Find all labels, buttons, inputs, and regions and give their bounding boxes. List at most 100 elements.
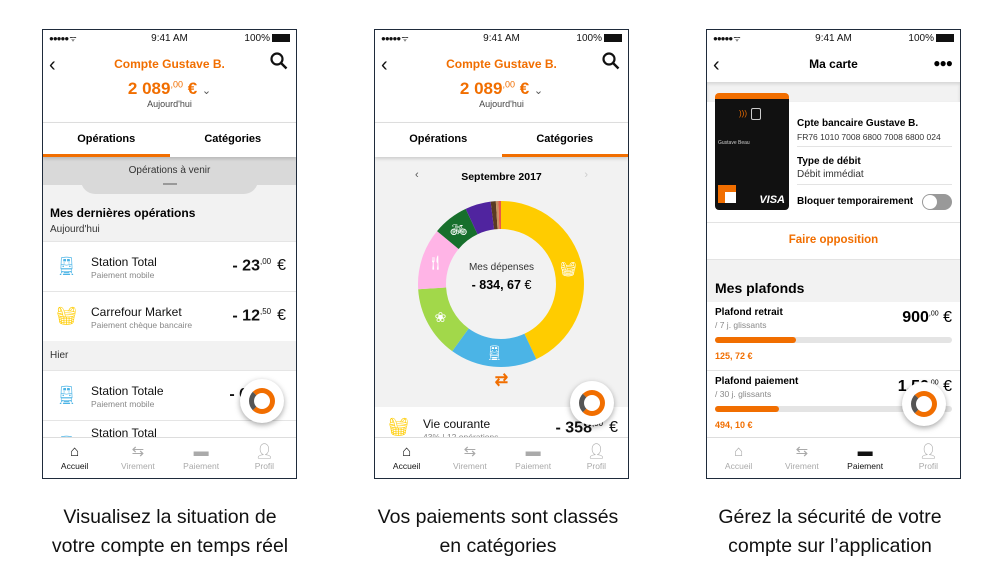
block-card-label: Bloquer temporairement: [797, 196, 914, 207]
basket-icon: 🧺︎: [387, 417, 410, 437]
nav-accueil[interactable]: ⌂ Accueil: [43, 438, 106, 478]
nav-paiement[interactable]: ▬ Paiement: [834, 438, 897, 478]
battery: 100%: [244, 33, 290, 44]
caption-1: Visualisez la situation de votre compte e…: [51, 506, 289, 557]
operation-name: Station Totale: [91, 384, 164, 398]
nav-profil[interactable]: 👤︎ Profil: [565, 438, 628, 478]
nav-paiement[interactable]: ▬ Paiement: [502, 438, 565, 478]
status-bar: ●●●●● ᯤ 9:41 AM 100%: [43, 30, 296, 48]
balance-date: Aujourd'hui: [479, 99, 524, 109]
nav-virement[interactable]: ⇆ Virement: [770, 438, 833, 478]
nav-virement[interactable]: ⇆ Virement: [438, 438, 501, 478]
next-month-button[interactable]: ›: [584, 169, 588, 181]
limit-name: Plafond paiement: [715, 376, 799, 387]
operation-type: Paiement mobile: [91, 399, 155, 409]
limit-row-retrait: Plafond retrait / 7 j. glissants 900,00 …: [707, 302, 960, 370]
category-name: Vie courante: [423, 417, 491, 431]
limits-title: Mes plafonds: [715, 280, 805, 296]
nav-accueil[interactable]: ⌂ Accueil: [375, 438, 438, 478]
battery: 100%: [576, 33, 622, 44]
nav-profil[interactable]: 👤︎ Profil: [233, 438, 296, 478]
train-icon: 🚆︎: [55, 256, 78, 276]
month-label: Septembre 2017: [461, 171, 542, 183]
assistant-fab[interactable]: [570, 381, 614, 425]
battery-icon: [604, 34, 622, 42]
drag-handle[interactable]: [162, 183, 177, 185]
home-icon: ⌂: [734, 443, 744, 460]
tab-operations[interactable]: Opérations: [375, 123, 502, 157]
transfer-icon: ⇆: [131, 443, 145, 460]
search-icon[interactable]: [270, 52, 288, 75]
more-icon[interactable]: ●●●: [933, 56, 953, 70]
faire-opposition-button[interactable]: Faire opposition: [707, 234, 960, 246]
transfer-icon: ⇆: [463, 443, 477, 460]
transfer-icon: ⇆: [795, 443, 809, 460]
battery-icon: [936, 34, 954, 42]
nav-accueil[interactable]: ⌂ Accueil: [707, 438, 770, 478]
status-bar: ●●●●● ᯤ 9:41 AM 100%: [707, 30, 960, 48]
iban: FR76 1010 7008 6800 7008 6800 024: [797, 132, 941, 142]
account-label: Cpte bancaire Gustave B.: [797, 118, 919, 129]
operation-amount: - 12,50 €: [232, 307, 286, 325]
tab-categories[interactable]: Catégories: [170, 123, 297, 157]
user-icon: 👤︎: [254, 443, 274, 460]
nav-paiement[interactable]: ▬ Paiement: [170, 438, 233, 478]
nav-profil[interactable]: 👤︎ Profil: [897, 438, 960, 478]
contactless-icon: ))): [739, 109, 747, 118]
basket-icon: 🧺︎: [55, 306, 78, 326]
page-title: Ma carte: [809, 57, 858, 71]
group-label-yesterday: Hier: [50, 350, 69, 361]
nav-virement[interactable]: ⇆ Virement: [106, 438, 169, 478]
limit-name: Plafond retrait: [715, 307, 783, 318]
search-icon[interactable]: [602, 52, 620, 75]
home-icon: ⌂: [402, 443, 412, 460]
tab-operations[interactable]: Opérations: [43, 123, 170, 157]
limit-used: 494, 10 €: [715, 420, 753, 430]
tab-bar: Opérations Catégories: [43, 122, 296, 157]
account-title: Compte Gustave B.: [114, 57, 225, 71]
user-icon: 👤︎: [586, 443, 606, 460]
section-title: Mes dernières opérations: [50, 206, 196, 220]
limit-period: / 7 j. glissants: [715, 320, 767, 330]
block-card-toggle[interactable]: [922, 194, 952, 210]
battery-icon: [272, 34, 290, 42]
limit-progress-bar: [715, 337, 952, 343]
phone-screen-categories: ●●●●● ᯤ 9:41 AM 100% ‹ Compte Gustave B.…: [374, 29, 629, 479]
orange-bank-logo: [718, 185, 736, 203]
operation-type: Paiement chèque bancaire: [91, 320, 193, 330]
tab-categories[interactable]: Catégories: [501, 123, 628, 157]
account-balance[interactable]: 2 089,00 € ⌄: [43, 79, 296, 99]
tab-bar: Opérations Catégories: [375, 122, 628, 157]
assistant-fab[interactable]: [240, 379, 284, 423]
debit-type-value: Débit immédiat: [797, 169, 864, 180]
card-icon: ▬: [193, 443, 209, 460]
bottom-nav: ⌂ Accueil ⇆ Virement ▬ Paiement 👤︎ Profil: [707, 437, 960, 478]
account-balance[interactable]: 2 089,00 € ⌄: [375, 79, 628, 99]
operation-amount: - 23,00 €: [232, 257, 286, 275]
caption-3: Gérez la sécurité de votre compte sur l’a…: [718, 506, 942, 557]
home-icon: ⌂: [70, 443, 80, 460]
bottom-nav: ⌂ Accueil ⇆ Virement ▬ Paiement 👤︎ Profil: [43, 437, 296, 478]
chevron-down-icon[interactable]: ⌄: [534, 85, 543, 97]
bottom-nav: ⌂ Accueil ⇆ Virement ▬ Paiement 👤︎ Profil: [375, 437, 628, 478]
train-icon: 🚆︎: [55, 385, 78, 405]
operation-row[interactable]: 🧺︎ Carrefour Market Paiement chèque banc…: [43, 291, 296, 341]
visa-logo: VISA: [759, 194, 785, 206]
limit-period: / 30 j. glissants: [715, 389, 772, 399]
assistant-fab[interactable]: [902, 382, 946, 426]
chevron-down-icon[interactable]: ⌄: [202, 85, 211, 97]
card-holder: Gustave Beau: [718, 140, 750, 146]
operation-row[interactable]: 🚆︎ Station Total Paiement mobile - 23,00…: [43, 241, 296, 291]
divider: [797, 146, 952, 147]
bike-icon: 🚲︎: [450, 221, 468, 237]
phone-screen-card: ●●●●● ᯤ 9:41 AM 100% ‹ Ma carte ●●● ))) …: [706, 29, 961, 479]
group-label-today: Aujourd'hui: [50, 224, 100, 235]
bank-card-image: ))) Gustave Beau VISA: [715, 93, 789, 210]
phone-screen-operations: ●●●●● ᯤ 9:41 AM 100% ‹ Compte Gustave B.…: [42, 29, 297, 479]
train-icon: 🚆︎: [486, 345, 504, 361]
caption-2: Vos paiements sont classés en catégories: [377, 506, 619, 557]
upcoming-operations-button[interactable]: Opérations à venir: [81, 157, 258, 194]
balance-date: Aujourd'hui: [147, 99, 192, 109]
divider: [797, 184, 952, 185]
debit-type-label: Type de débit: [797, 156, 861, 167]
